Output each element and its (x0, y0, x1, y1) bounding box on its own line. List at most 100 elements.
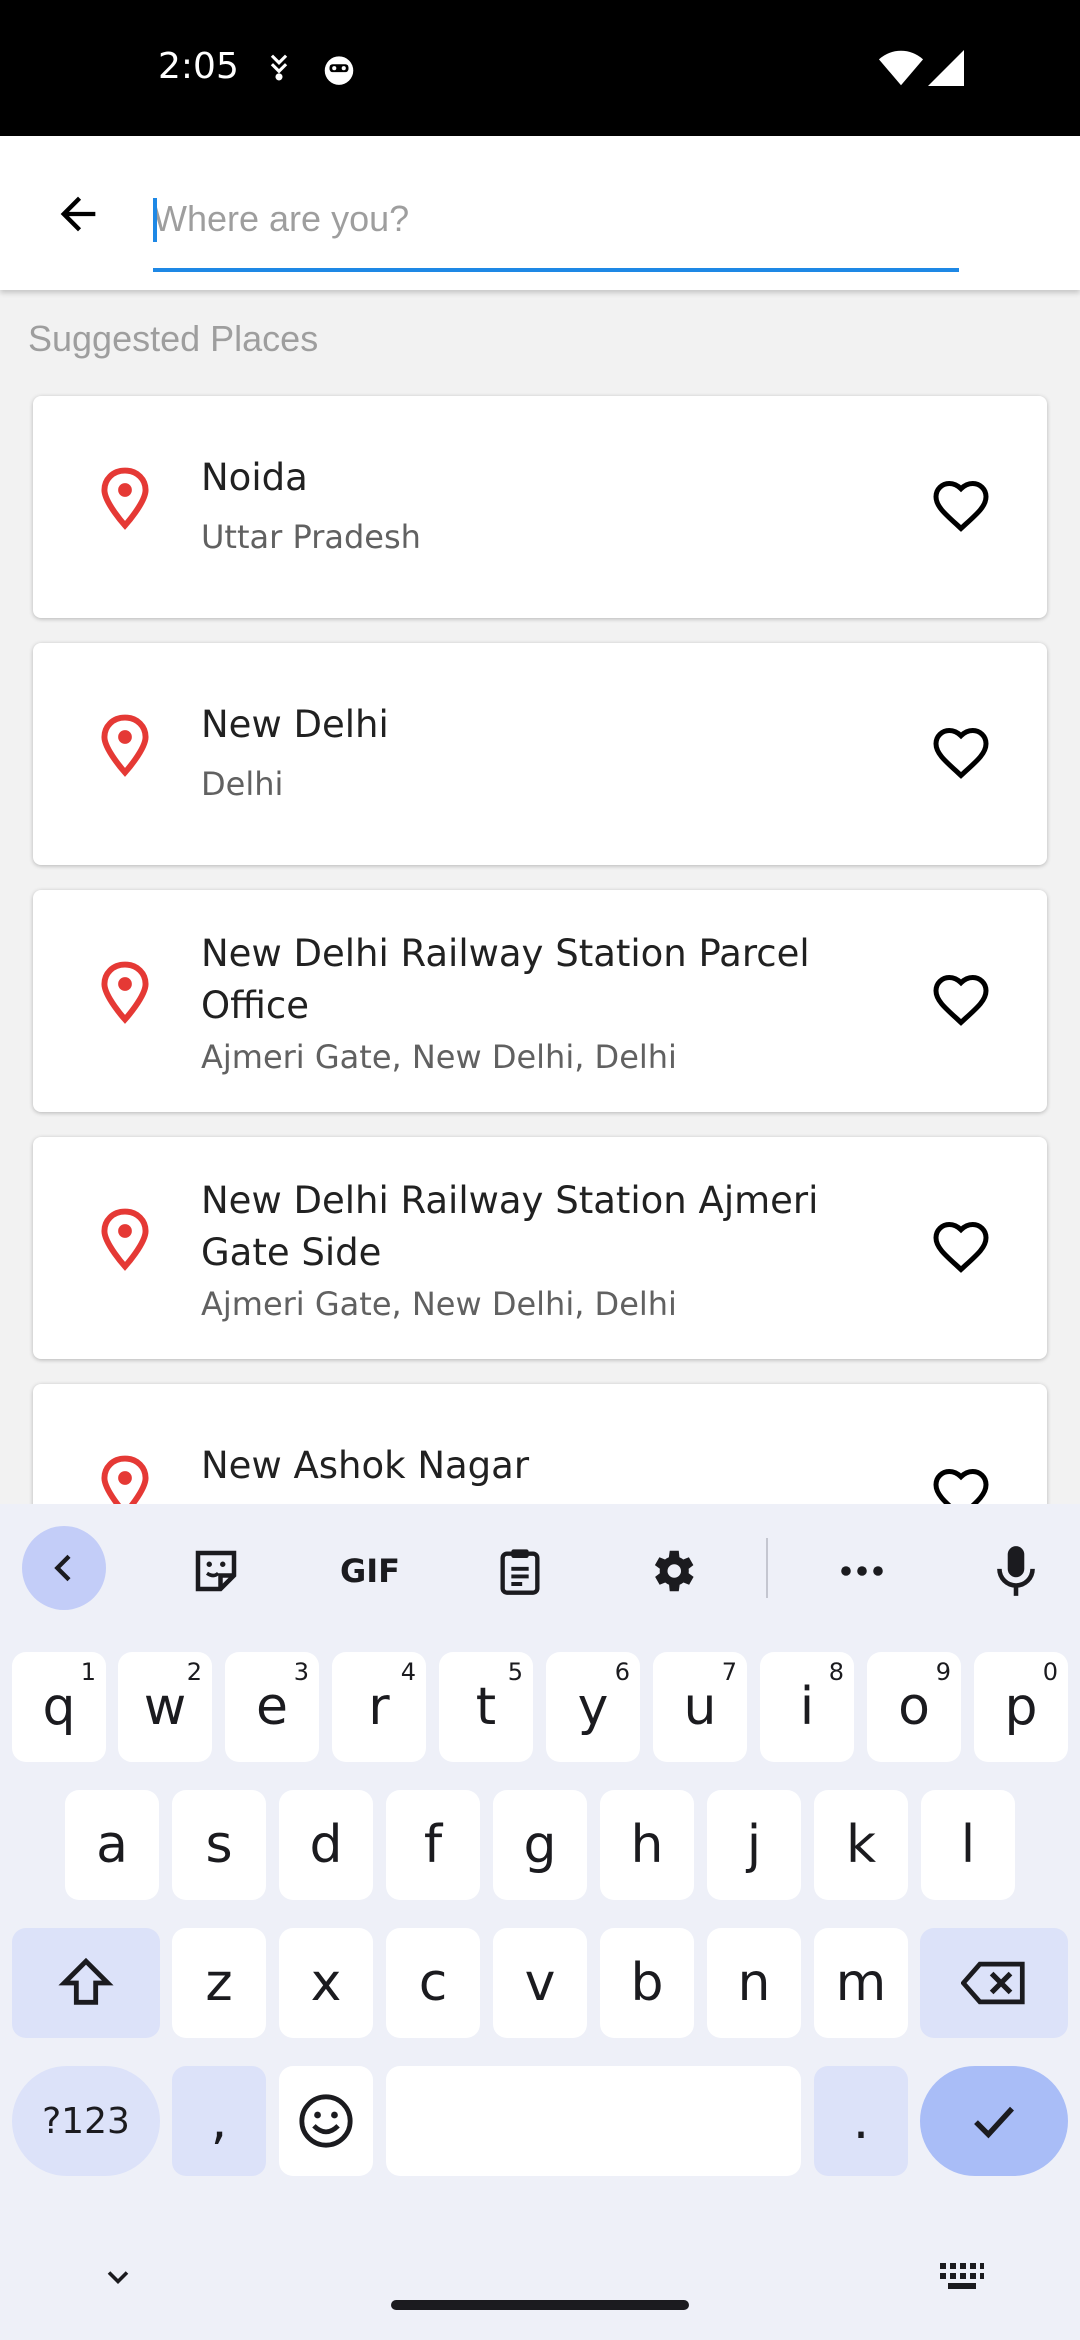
place-card[interactable]: Noida Uttar Pradesh (33, 396, 1047, 618)
key-c[interactable]: c (386, 1928, 480, 2038)
key-s[interactable]: s (172, 1790, 266, 1900)
key-e[interactable]: e3 (225, 1652, 319, 1762)
key-z[interactable]: z (172, 1928, 266, 2038)
key-label: n (737, 1953, 771, 2013)
key-o[interactable]: o9 (867, 1652, 961, 1762)
comma-key[interactable]: , (172, 2066, 266, 2176)
sticker-button[interactable] (178, 1528, 254, 1614)
shift-icon (58, 1957, 114, 2005)
key-hint: 1 (80, 1658, 96, 1686)
status-time: 2:05 (158, 46, 239, 87)
key-label: v (524, 1953, 556, 2013)
microphone-icon (997, 1546, 1035, 1596)
key-hint: 9 (935, 1658, 951, 1686)
settings-button[interactable] (634, 1528, 710, 1614)
key-x[interactable]: x (279, 1928, 373, 2038)
backspace-key[interactable] (920, 1928, 1068, 2038)
key-l[interactable]: l (921, 1790, 1015, 1900)
key-t[interactable]: t5 (439, 1652, 533, 1762)
cellular-signal-icon (926, 48, 966, 93)
favorite-heart-icon[interactable] (931, 1466, 991, 1504)
key-n[interactable]: n (707, 1928, 801, 2038)
period-key[interactable]: . (814, 2066, 908, 2176)
home-gesture-bar[interactable] (391, 2300, 689, 2310)
keyboard-collapse-button[interactable] (22, 1526, 106, 1610)
gif-button[interactable]: GIF (330, 1528, 410, 1614)
switch-keyboard-button[interactable] (932, 2252, 992, 2302)
more-horiz-icon (841, 1566, 883, 1576)
place-card[interactable]: New Delhi Railway Station Ajmeri Gate Si… (33, 1137, 1047, 1359)
key-q[interactable]: q1 (12, 1652, 106, 1762)
text-cursor (153, 198, 157, 242)
key-k[interactable]: k (814, 1790, 908, 1900)
key-d[interactable]: d (279, 1790, 373, 1900)
chevron-left-icon (54, 1554, 71, 1582)
favorite-heart-icon[interactable] (931, 478, 991, 534)
sticker-icon (195, 1550, 237, 1592)
gear-icon (654, 1550, 694, 1592)
favorite-heart-icon[interactable] (931, 725, 991, 781)
key-g[interactable]: g (493, 1790, 587, 1900)
key-a[interactable]: a (65, 1790, 159, 1900)
key-label: h (630, 1815, 664, 1875)
favorite-heart-icon[interactable] (931, 972, 991, 1028)
enter-key[interactable] (920, 2066, 1068, 2176)
key-hint: 2 (186, 1658, 202, 1686)
key-i[interactable]: i8 (760, 1652, 854, 1762)
key-label: u (683, 1677, 717, 1737)
place-name: New Delhi Railway Station Parcel Office (201, 932, 810, 1027)
key-hint: 6 (614, 1658, 630, 1686)
soft-keyboard: GIF q1 w2 e3 r4 t5 y6 u7 i8 o9 p0 a s d … (0, 1504, 1080, 2340)
key-y[interactable]: y6 (546, 1652, 640, 1762)
key-label: a (96, 1815, 128, 1875)
key-label: r (368, 1677, 390, 1737)
symbols-key[interactable]: ?123 (12, 2066, 160, 2176)
place-card[interactable]: New Delhi Delhi (33, 643, 1047, 865)
key-v[interactable]: v (493, 1928, 587, 2038)
key-label: i (799, 1677, 815, 1737)
key-r[interactable]: r4 (332, 1652, 426, 1762)
key-p[interactable]: p0 (974, 1652, 1068, 1762)
place-subtitle: Delhi (201, 765, 284, 803)
key-label: p (1004, 1677, 1038, 1737)
key-u[interactable]: u7 (653, 1652, 747, 1762)
back-button[interactable] (40, 176, 116, 252)
place-card[interactable]: New Ashok Nagar (33, 1384, 1047, 1504)
emoji-key[interactable] (279, 2066, 373, 2176)
key-label: l (960, 1815, 976, 1875)
arrow-back-icon (60, 196, 96, 232)
place-card[interactable]: New Delhi Railway Station Parcel Office … (33, 890, 1047, 1112)
notification-icon (262, 50, 296, 89)
key-b[interactable]: b (600, 1928, 694, 2038)
key-w[interactable]: w2 (118, 1652, 212, 1762)
key-label: x (310, 1953, 342, 2013)
key-hint: 7 (721, 1658, 737, 1686)
key-m[interactable]: m (814, 1928, 908, 2038)
clipboard-button[interactable] (482, 1528, 558, 1614)
clipboard-icon (500, 1549, 540, 1595)
key-h[interactable]: h (600, 1790, 694, 1900)
space-key[interactable] (386, 2066, 801, 2176)
backspace-icon (961, 1961, 1025, 2005)
key-label: e (256, 1677, 288, 1737)
key-label: j (746, 1815, 762, 1875)
key-hint: 0 (1042, 1658, 1058, 1686)
favorite-heart-icon[interactable] (931, 1219, 991, 1275)
wifi-icon (878, 48, 924, 93)
place-name: New Delhi (201, 703, 389, 746)
search-field[interactable] (153, 186, 959, 272)
toolbar-divider (766, 1538, 768, 1598)
key-label: f (423, 1815, 443, 1875)
key-label: q (42, 1677, 76, 1737)
more-options-button[interactable] (824, 1528, 900, 1614)
hide-keyboard-button[interactable] (88, 2252, 148, 2302)
shift-key[interactable] (12, 1928, 160, 2038)
key-f[interactable]: f (386, 1790, 480, 1900)
key-j[interactable]: j (707, 1790, 801, 1900)
voice-input-button[interactable] (978, 1528, 1054, 1614)
key-label: g (523, 1815, 557, 1875)
key-label: s (205, 1815, 233, 1875)
search-input[interactable] (153, 186, 959, 252)
place-name: New Delhi Railway Station Ajmeri Gate Si… (201, 1179, 819, 1274)
place-subtitle: Ajmeri Gate, New Delhi, Delhi (201, 1038, 677, 1076)
